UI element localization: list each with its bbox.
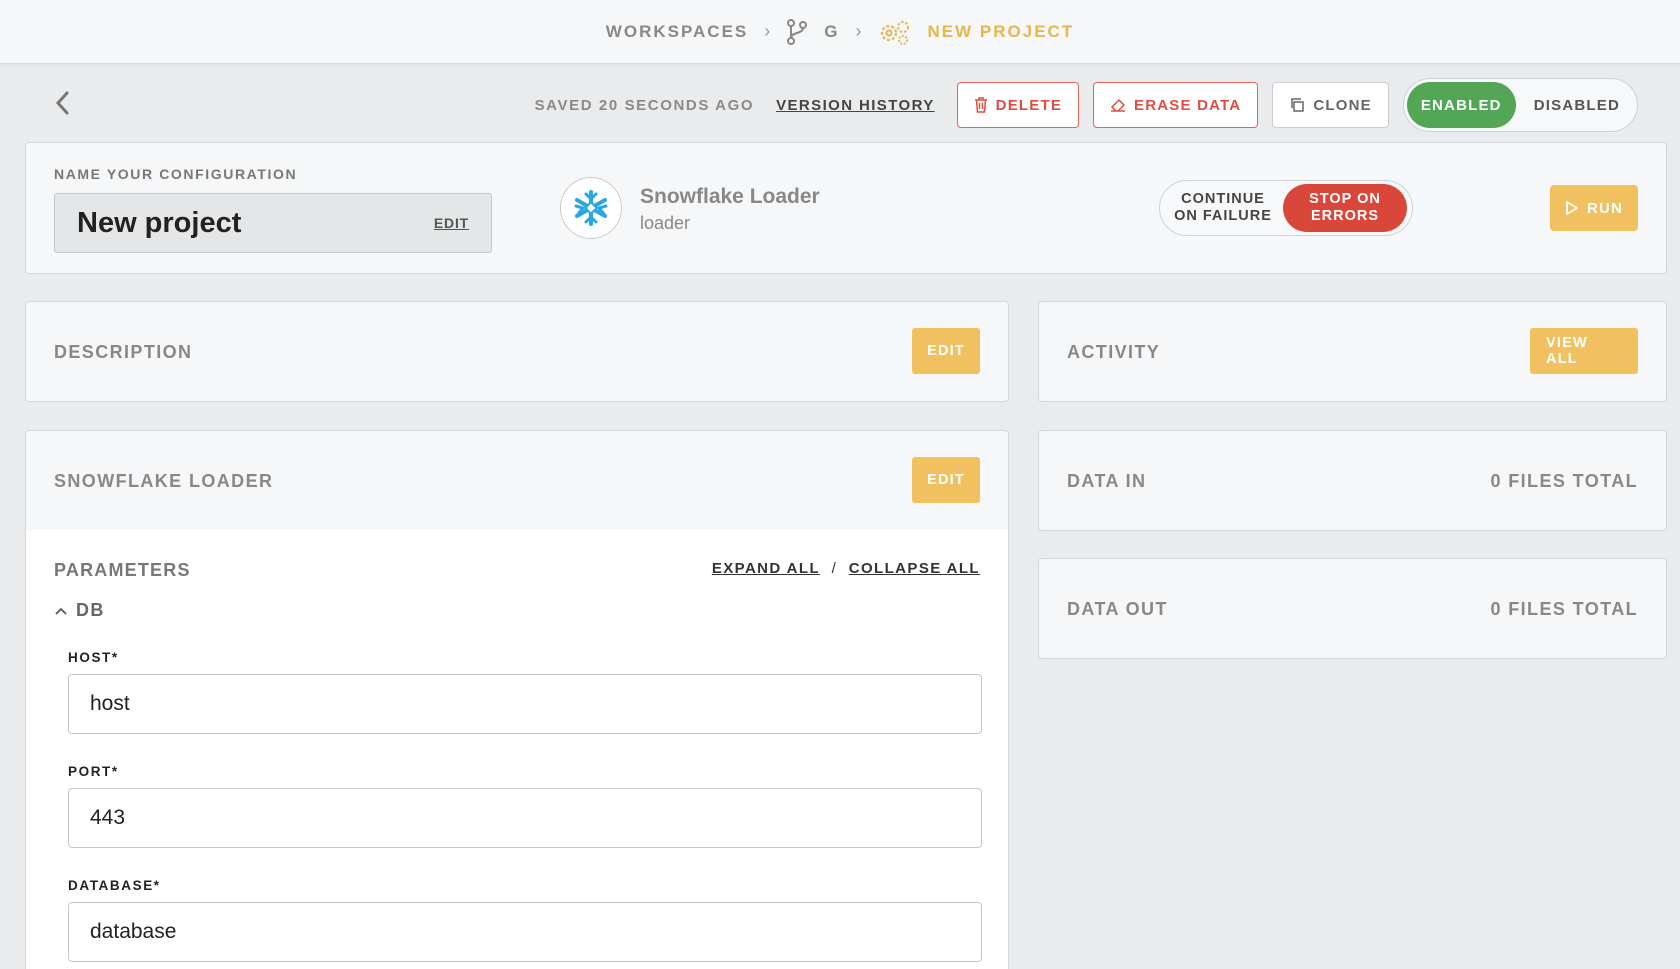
continue-on-failure-option[interactable]: CONTINUE ON FAILURE — [1163, 191, 1283, 225]
config-name-field[interactable]: New project EDIT — [54, 193, 492, 253]
config-name-label: NAME YOUR CONFIGURATION — [54, 166, 298, 182]
run-label: RUN — [1586, 199, 1624, 217]
description-title: DESCRIPTION — [54, 342, 193, 362]
continue-line2: ON FAILURE — [1174, 208, 1272, 224]
breadcrumb-branch[interactable]: G — [824, 22, 839, 42]
chevron-left-icon — [55, 91, 69, 115]
play-icon — [1566, 201, 1578, 215]
database-value: database — [90, 920, 177, 943]
failure-mode-toggle[interactable]: CONTINUE ON FAILURE STOP ON ERRORS — [1159, 180, 1413, 236]
data-out-count: 0 FILES TOTAL — [1490, 599, 1638, 619]
breadcrumb: WORKSPACES › G › NEW PROJECT — [0, 0, 1680, 64]
continue-line1: CONTINUE — [1181, 191, 1265, 207]
port-label: PORT* — [68, 764, 119, 779]
host-input[interactable]: host — [68, 674, 982, 734]
git-branch-icon — [786, 18, 808, 45]
database-input[interactable]: database — [68, 902, 982, 962]
chevron-right-icon: › — [764, 21, 771, 41]
database-label: DATABASE* — [68, 878, 161, 893]
loader-title: Snowflake Loader — [640, 185, 820, 208]
port-input[interactable]: 443 — [68, 788, 982, 848]
port-value: 443 — [90, 806, 126, 829]
enabled-option[interactable]: ENABLED — [1406, 82, 1516, 128]
enabled-toggle[interactable]: ENABLED DISABLED — [1402, 78, 1638, 132]
data-in-title: DATA IN — [1067, 471, 1147, 491]
parameters-title: PARAMETERS — [54, 560, 191, 580]
breadcrumb-workspaces[interactable]: WORKSPACES — [606, 22, 748, 42]
activity-title: ACTIVITY — [1067, 342, 1161, 362]
parameters-panel: PARAMETERS EXPAND ALL / COLLAPSE ALL DB … — [25, 530, 1009, 969]
description-card: DESCRIPTION EDIT — [25, 301, 1009, 402]
links-separator: / — [831, 560, 838, 577]
gears-icon — [878, 18, 912, 46]
chevron-right-icon: › — [855, 21, 862, 41]
expand-all-link[interactable]: EXPAND ALL — [712, 560, 820, 577]
edit-name-button[interactable]: EDIT — [434, 215, 469, 231]
collapse-all-link[interactable]: COLLAPSE ALL — [849, 560, 980, 577]
stop-on-errors-option[interactable]: STOP ON ERRORS — [1283, 184, 1407, 232]
version-history-link[interactable]: VERSION HISTORY — [776, 97, 935, 114]
snowflake-logo-icon — [560, 177, 622, 239]
db-group-toggle[interactable]: DB — [54, 600, 105, 621]
clone-button[interactable]: CLONE — [1272, 82, 1389, 128]
host-label: HOST* — [68, 650, 119, 665]
erase-data-button[interactable]: ERASE DATA — [1093, 82, 1259, 128]
erase-data-label: ERASE DATA — [1134, 96, 1242, 114]
configuration-card: NAME YOUR CONFIGURATION New project EDIT… — [25, 142, 1667, 274]
loader-subtitle: loader — [640, 213, 691, 233]
copy-icon — [1291, 98, 1305, 112]
expand-collapse-links: EXPAND ALL / COLLAPSE ALL — [712, 560, 980, 577]
snowflake-loader-title: SNOWFLAKE LOADER — [54, 471, 274, 491]
data-out-card: DATA OUT 0 FILES TOTAL — [1038, 558, 1667, 659]
delete-button[interactable]: DELETE — [956, 82, 1080, 128]
chevron-up-icon — [55, 607, 67, 615]
edit-loader-button[interactable]: EDIT — [912, 457, 980, 503]
stop-line2: ERRORS — [1310, 208, 1380, 224]
snowflake-loader-card: SNOWFLAKE LOADER EDIT — [25, 430, 1009, 531]
run-button[interactable]: RUN — [1550, 185, 1638, 231]
stop-line1: STOP ON — [1309, 191, 1381, 207]
saved-status: SAVED 20 SECONDS AGO — [534, 96, 755, 114]
data-in-card: DATA IN 0 FILES TOTAL — [1038, 430, 1667, 531]
data-out-title: DATA OUT — [1067, 599, 1168, 619]
trash-icon — [974, 97, 987, 113]
data-in-count: 0 FILES TOTAL — [1490, 471, 1638, 491]
disabled-option[interactable]: DISABLED — [1520, 97, 1634, 114]
clone-label: CLONE — [1313, 96, 1372, 114]
eraser-icon — [1110, 98, 1126, 112]
config-name-value: New project — [77, 206, 242, 239]
action-toolbar: SAVED 20 SECONDS AGO VERSION HISTORY DEL… — [534, 78, 1638, 132]
delete-label: DELETE — [995, 96, 1063, 114]
db-group-label: DB — [76, 600, 105, 620]
back-button[interactable] — [50, 88, 74, 118]
host-value: host — [90, 692, 130, 715]
view-all-button[interactable]: VIEW ALL — [1530, 328, 1638, 374]
edit-description-button[interactable]: EDIT — [912, 328, 980, 374]
activity-card: ACTIVITY VIEW ALL — [1038, 301, 1667, 402]
breadcrumb-project: NEW PROJECT — [927, 21, 1075, 41]
